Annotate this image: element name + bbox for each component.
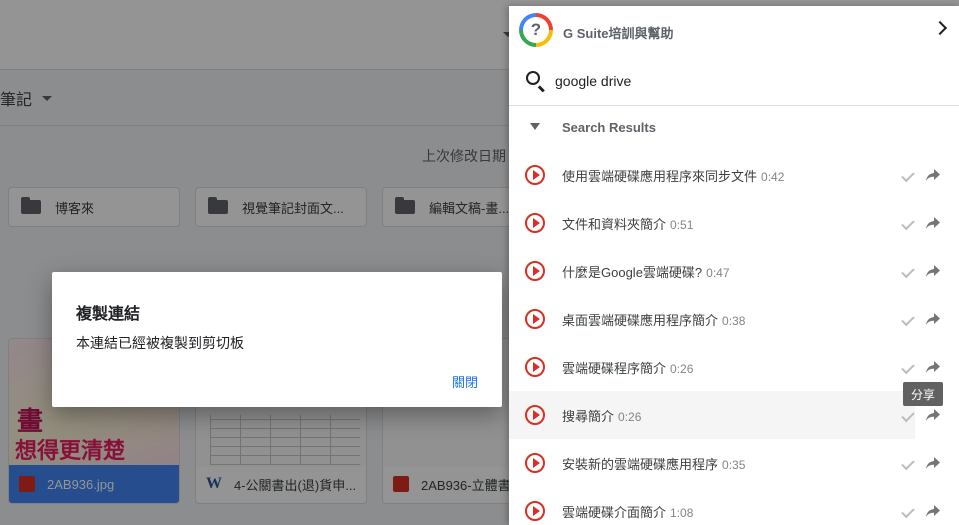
result-title-text: 搜尋簡介 (562, 408, 615, 424)
play-video-icon (525, 357, 545, 377)
section-label: Search Results (562, 120, 656, 135)
result-title-text: 桌面雲端硬碟應用程序簡介 (562, 312, 719, 328)
result-title: 什麼是Google雲端硬碟? 0:47 (562, 262, 730, 281)
search-result-item[interactable]: 文件和資料夾簡介 0:51 (509, 199, 959, 247)
result-duration: 0:26 (670, 361, 694, 376)
share-icon[interactable] (925, 264, 941, 278)
search-result-item[interactable]: 使用雲端硬碟應用程序來同步文件 0:42 (509, 151, 959, 199)
play-video-icon (525, 453, 545, 473)
result-duration: 1:08 (670, 505, 694, 520)
dialog-title: 複製連結 (76, 306, 141, 323)
search-result-item[interactable]: 桌面雲端硬碟應用程序簡介 0:38 (509, 295, 959, 343)
search-result-item[interactable]: 安裝新的雲端硬碟應用程序 0:35 (509, 439, 959, 487)
share-tooltip: 分享 (903, 382, 943, 406)
result-duration: 0:47 (706, 265, 730, 280)
checkmark-icon[interactable] (901, 408, 915, 422)
checkmark-icon[interactable] (901, 168, 915, 182)
result-title: 雲端硬碟介面簡介 1:08 (562, 502, 693, 521)
result-title: 搜尋簡介 0:26 (562, 406, 641, 425)
result-title-text: 雲端硬碟程序簡介 (562, 360, 667, 376)
help-panel-header[interactable]: ? G Suite培訓與幫助 (509, 6, 959, 56)
play-video-icon (525, 213, 545, 233)
play-video-icon (525, 501, 545, 521)
search-result-item[interactable]: 搜尋簡介 0:26 (509, 391, 940, 439)
google-help-logo-icon: ? (519, 13, 553, 47)
result-title-text: 文件和資料夾簡介 (562, 216, 667, 232)
chevron-right-icon[interactable] (932, 20, 948, 36)
share-icon[interactable] (925, 504, 941, 518)
play-video-icon (525, 309, 545, 329)
search-input[interactable] (555, 70, 935, 92)
share-icon[interactable] (925, 312, 941, 326)
result-title-text: 安裝新的雲端硬碟應用程序 (562, 456, 719, 472)
result-title-text: 使用雲端硬碟應用程序來同步文件 (562, 168, 758, 184)
search-result-item[interactable]: 雲端硬碟介面簡介 1:08 (509, 487, 959, 525)
share-icon[interactable] (925, 456, 941, 470)
copy-link-dialog: 複製連結 本連結已經被複製到剪切板 關閉 (52, 272, 502, 407)
checkmark-icon[interactable] (901, 216, 915, 230)
result-duration: 0:42 (761, 169, 785, 184)
help-panel: ? G Suite培訓與幫助 Search Results 使用雲端硬碟應用程序… (509, 6, 959, 525)
search-results-section-header[interactable]: Search Results (509, 114, 959, 140)
checkmark-icon[interactable] (901, 504, 915, 518)
checkmark-icon[interactable] (901, 456, 915, 470)
search-icon (526, 71, 540, 85)
result-title-text: 雲端硬碟介面簡介 (562, 504, 667, 520)
search-result-item[interactable]: 什麼是Google雲端硬碟? 0:47 (509, 247, 959, 295)
share-icon[interactable] (925, 408, 941, 422)
play-video-icon (525, 405, 545, 425)
collapse-triangle-icon (530, 123, 540, 130)
play-video-icon (525, 261, 545, 281)
result-duration: 0:26 (618, 409, 642, 424)
result-title: 雲端硬碟程序簡介 0:26 (562, 358, 693, 377)
help-search-bar (509, 56, 959, 106)
result-duration: 0:51 (670, 217, 694, 232)
result-title: 文件和資料夾簡介 0:51 (562, 214, 693, 233)
search-result-item[interactable]: 雲端硬碟程序簡介 0:26 (509, 343, 959, 391)
dialog-message: 本連結已經被複製到剪切板 (76, 335, 244, 351)
result-title: 桌面雲端硬碟應用程序簡介 0:38 (562, 310, 745, 329)
result-title: 安裝新的雲端硬碟應用程序 0:35 (562, 454, 745, 473)
close-button[interactable]: 關閉 (452, 372, 478, 391)
play-video-icon (525, 165, 545, 185)
share-icon[interactable] (925, 360, 941, 374)
checkmark-icon[interactable] (901, 312, 915, 326)
result-title: 使用雲端硬碟應用程序來同步文件 0:42 (562, 166, 784, 185)
result-duration: 0:38 (722, 313, 746, 328)
checkmark-icon[interactable] (901, 264, 915, 278)
result-duration: 0:35 (722, 457, 746, 472)
help-panel-title: G Suite培訓與幫助 (563, 26, 674, 41)
share-icon[interactable] (925, 216, 941, 230)
checkmark-icon[interactable] (901, 360, 915, 374)
result-title-text: 什麼是Google雲端硬碟? (562, 264, 703, 280)
share-icon[interactable] (925, 168, 941, 182)
